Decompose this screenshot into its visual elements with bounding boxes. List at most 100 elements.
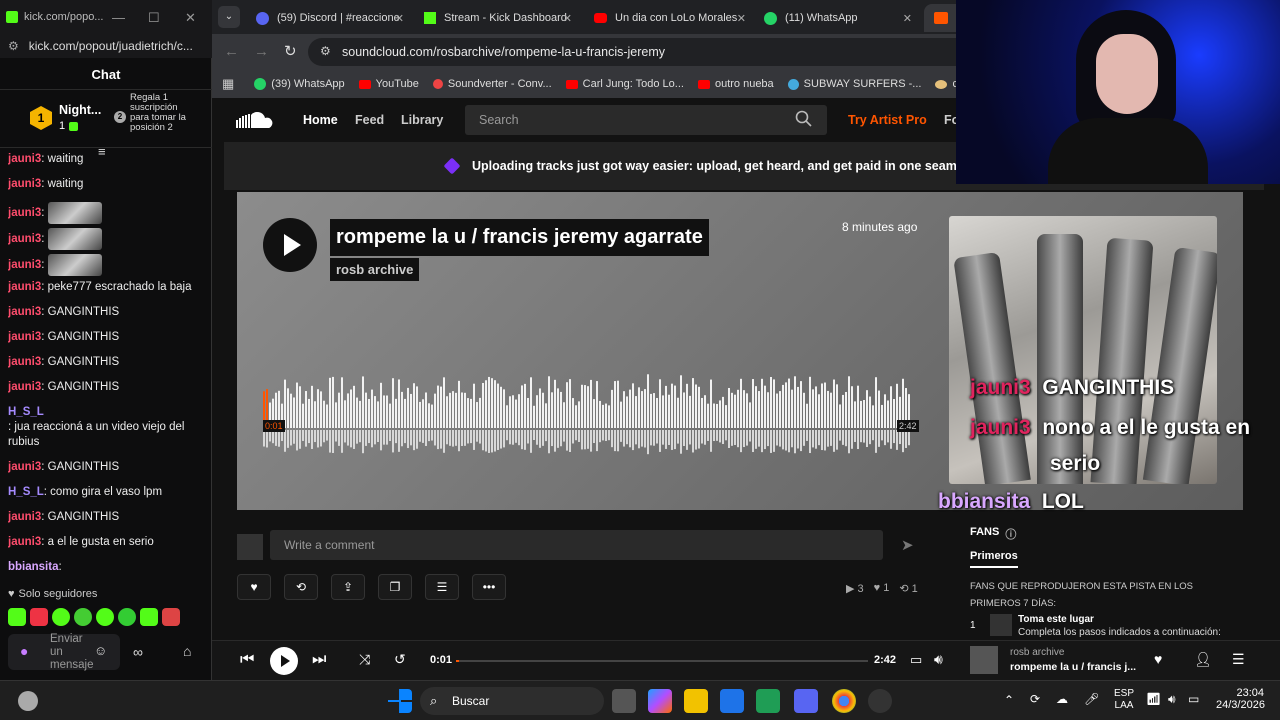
emote[interactable] <box>8 608 26 626</box>
share-button[interactable]: ⇪ <box>331 574 365 600</box>
chat-url-bar[interactable]: ⚙ kick.com/popout/juadietrich/c... <box>0 34 212 58</box>
emote[interactable] <box>118 608 136 626</box>
track-artist[interactable]: rosb archive <box>330 258 420 281</box>
store-icon[interactable]: ⌂ <box>183 643 191 659</box>
repost-button[interactable]: ⟲ <box>284 574 318 600</box>
microphone-icon[interactable]: ● <box>20 643 28 659</box>
bookmark-subway[interactable]: SUBWAY SURFERS -... <box>787 78 921 90</box>
info-icon[interactable]: ⓘ <box>1005 526 1016 542</box>
chrome-icon[interactable] <box>832 689 856 713</box>
chat-username[interactable]: jauni3 <box>8 510 41 525</box>
chat-username[interactable]: jauni3 <box>8 232 41 247</box>
tab-close-icon[interactable]: ✕ <box>737 12 746 25</box>
tab-whatsapp[interactable]: (11) WhatsApp ✕ <box>754 4 920 32</box>
bookmark-outro[interactable]: outro nueba <box>697 78 774 90</box>
emote[interactable] <box>140 608 158 626</box>
excel-icon[interactable] <box>756 689 780 713</box>
mic-icon[interactable]: 🎤︎ <box>1084 692 1099 706</box>
discord-icon[interactable] <box>794 689 818 713</box>
bookmark-whatsapp[interactable]: (39) WhatsApp <box>254 78 345 90</box>
bookmark-soundverter[interactable]: Soundverter - Conv... <box>432 78 552 90</box>
progress-track[interactable] <box>456 660 868 662</box>
chat-username[interactable]: jauni3 <box>8 258 41 273</box>
chat-username[interactable]: jauni3 <box>8 280 41 295</box>
chat-username[interactable]: jauni3 <box>8 355 41 370</box>
player-artist[interactable]: rosb archive <box>1010 647 1064 658</box>
soundcloud-logo-icon[interactable] <box>236 110 276 130</box>
waveform[interactable] <box>263 370 917 460</box>
player-like-icon[interactable]: ♥ <box>1154 651 1162 667</box>
previous-icon[interactable]: ⏮ <box>240 651 254 669</box>
fan-item-title[interactable]: Toma este lugar <box>1018 614 1094 625</box>
back-icon[interactable]: ← <box>224 43 239 60</box>
forward-icon[interactable]: → <box>254 43 269 60</box>
clock[interactable]: 23:04 24/3/2026 <box>1216 687 1265 711</box>
community-icon[interactable]: ∞ <box>133 644 143 660</box>
tab-close-icon[interactable]: ✕ <box>903 12 912 25</box>
apps-grid-icon[interactable]: ▦ <box>222 76 234 92</box>
minimize-icon[interactable]: — <box>112 10 125 25</box>
site-settings-icon[interactable]: ⚙ <box>8 39 19 53</box>
wifi-icon[interactable]: 📶︎ <box>1146 692 1161 706</box>
reload-icon[interactable]: ↻ <box>284 42 297 60</box>
file-explorer-icon[interactable] <box>684 689 708 713</box>
copy-link-button[interactable]: ❐ <box>378 574 412 600</box>
close-icon[interactable]: ✕ <box>185 10 196 26</box>
cloud-icon[interactable]: ☁ <box>1056 692 1068 706</box>
add-to-playlist-button[interactable]: ☰ <box>425 574 459 600</box>
play-button[interactable] <box>263 218 317 272</box>
user-avatar[interactable] <box>237 534 263 560</box>
queue-icon[interactable]: ☰ <box>1232 651 1245 668</box>
player-artwork[interactable] <box>970 646 998 674</box>
bookmark-youtube[interactable]: YouTube <box>358 78 419 90</box>
chat-username[interactable]: jauni3 <box>8 380 41 395</box>
emote[interactable] <box>74 608 92 626</box>
tray-app-icon[interactable]: ⟳ <box>1030 692 1040 706</box>
chat-username[interactable]: H_S_L <box>8 485 44 500</box>
copilot-icon[interactable] <box>648 689 672 713</box>
site-info-icon[interactable]: ⚙ <box>320 44 331 58</box>
taskbar-search[interactable]: ⌕ Buscar <box>420 687 604 715</box>
chat-username[interactable]: jauni3 <box>8 460 41 475</box>
volume-icon[interactable]: 🔊︎ <box>1168 692 1176 707</box>
battery-icon[interactable]: ▭ <box>1188 692 1199 706</box>
shuffle-icon[interactable]: ⤨ <box>359 651 370 668</box>
tab-close-icon[interactable]: ✕ <box>563 12 572 25</box>
language-indicator[interactable]: ESP LAA <box>1114 688 1134 712</box>
follow-icon[interactable]: 👤︎ <box>1194 651 1212 668</box>
search-input[interactable]: Search <box>465 105 827 135</box>
start-icon[interactable] <box>388 689 412 713</box>
tab-kick-dashboard[interactable]: Stream - Kick Dashboard ✕ <box>414 4 580 32</box>
chat-input[interactable]: ● Enviar un mensaje ☺ <box>8 633 120 671</box>
chat-username[interactable]: jauni3 <box>8 305 41 320</box>
chat-username[interactable]: jauni3 <box>8 152 41 167</box>
next-icon[interactable]: ⏭ <box>312 651 326 669</box>
more-button[interactable]: ••• <box>472 574 506 600</box>
tray-chevron-icon[interactable]: ⌃ <box>1004 693 1014 707</box>
obs-icon[interactable] <box>868 689 892 713</box>
emote[interactable] <box>52 608 70 626</box>
try-artist-pro-link[interactable]: Try Artist Pro <box>848 113 927 127</box>
tab-youtube[interactable]: Un dia con LoLo Morales ✕ <box>584 4 754 32</box>
emote[interactable] <box>30 608 48 626</box>
like-button[interactable]: ♥ <box>237 574 271 600</box>
player-title[interactable]: rompeme la u / francis j... <box>1010 661 1136 673</box>
chat-username[interactable]: jauni3 <box>8 177 41 192</box>
chat-username[interactable]: jauni3 <box>8 330 41 345</box>
player-play-button[interactable] <box>270 647 298 675</box>
emote-row[interactable] <box>8 608 180 626</box>
send-icon[interactable]: ➤ <box>901 536 914 554</box>
tab-discord[interactable]: (59) Discord | #reaccione ✕ <box>246 4 412 32</box>
chat-username[interactable]: jauni3 <box>8 206 41 221</box>
volume-icon[interactable]: 🔊︎ <box>934 651 943 668</box>
task-view-icon[interactable] <box>612 689 636 713</box>
chat-username[interactable]: jauni3 <box>8 535 41 550</box>
nav-home[interactable]: Home <box>303 113 338 127</box>
cast-icon[interactable]: ▭ <box>910 652 922 668</box>
address-bar[interactable]: ⚙ soundcloud.com/rosbarchive/rompeme-la-… <box>308 38 1068 66</box>
tab-close-icon[interactable]: ✕ <box>395 12 404 25</box>
comment-input[interactable]: Write a comment <box>270 530 883 560</box>
nav-library[interactable]: Library <box>401 113 443 127</box>
maximize-icon[interactable]: ☐ <box>148 10 160 26</box>
repeat-icon[interactable]: ↺ <box>394 651 406 668</box>
